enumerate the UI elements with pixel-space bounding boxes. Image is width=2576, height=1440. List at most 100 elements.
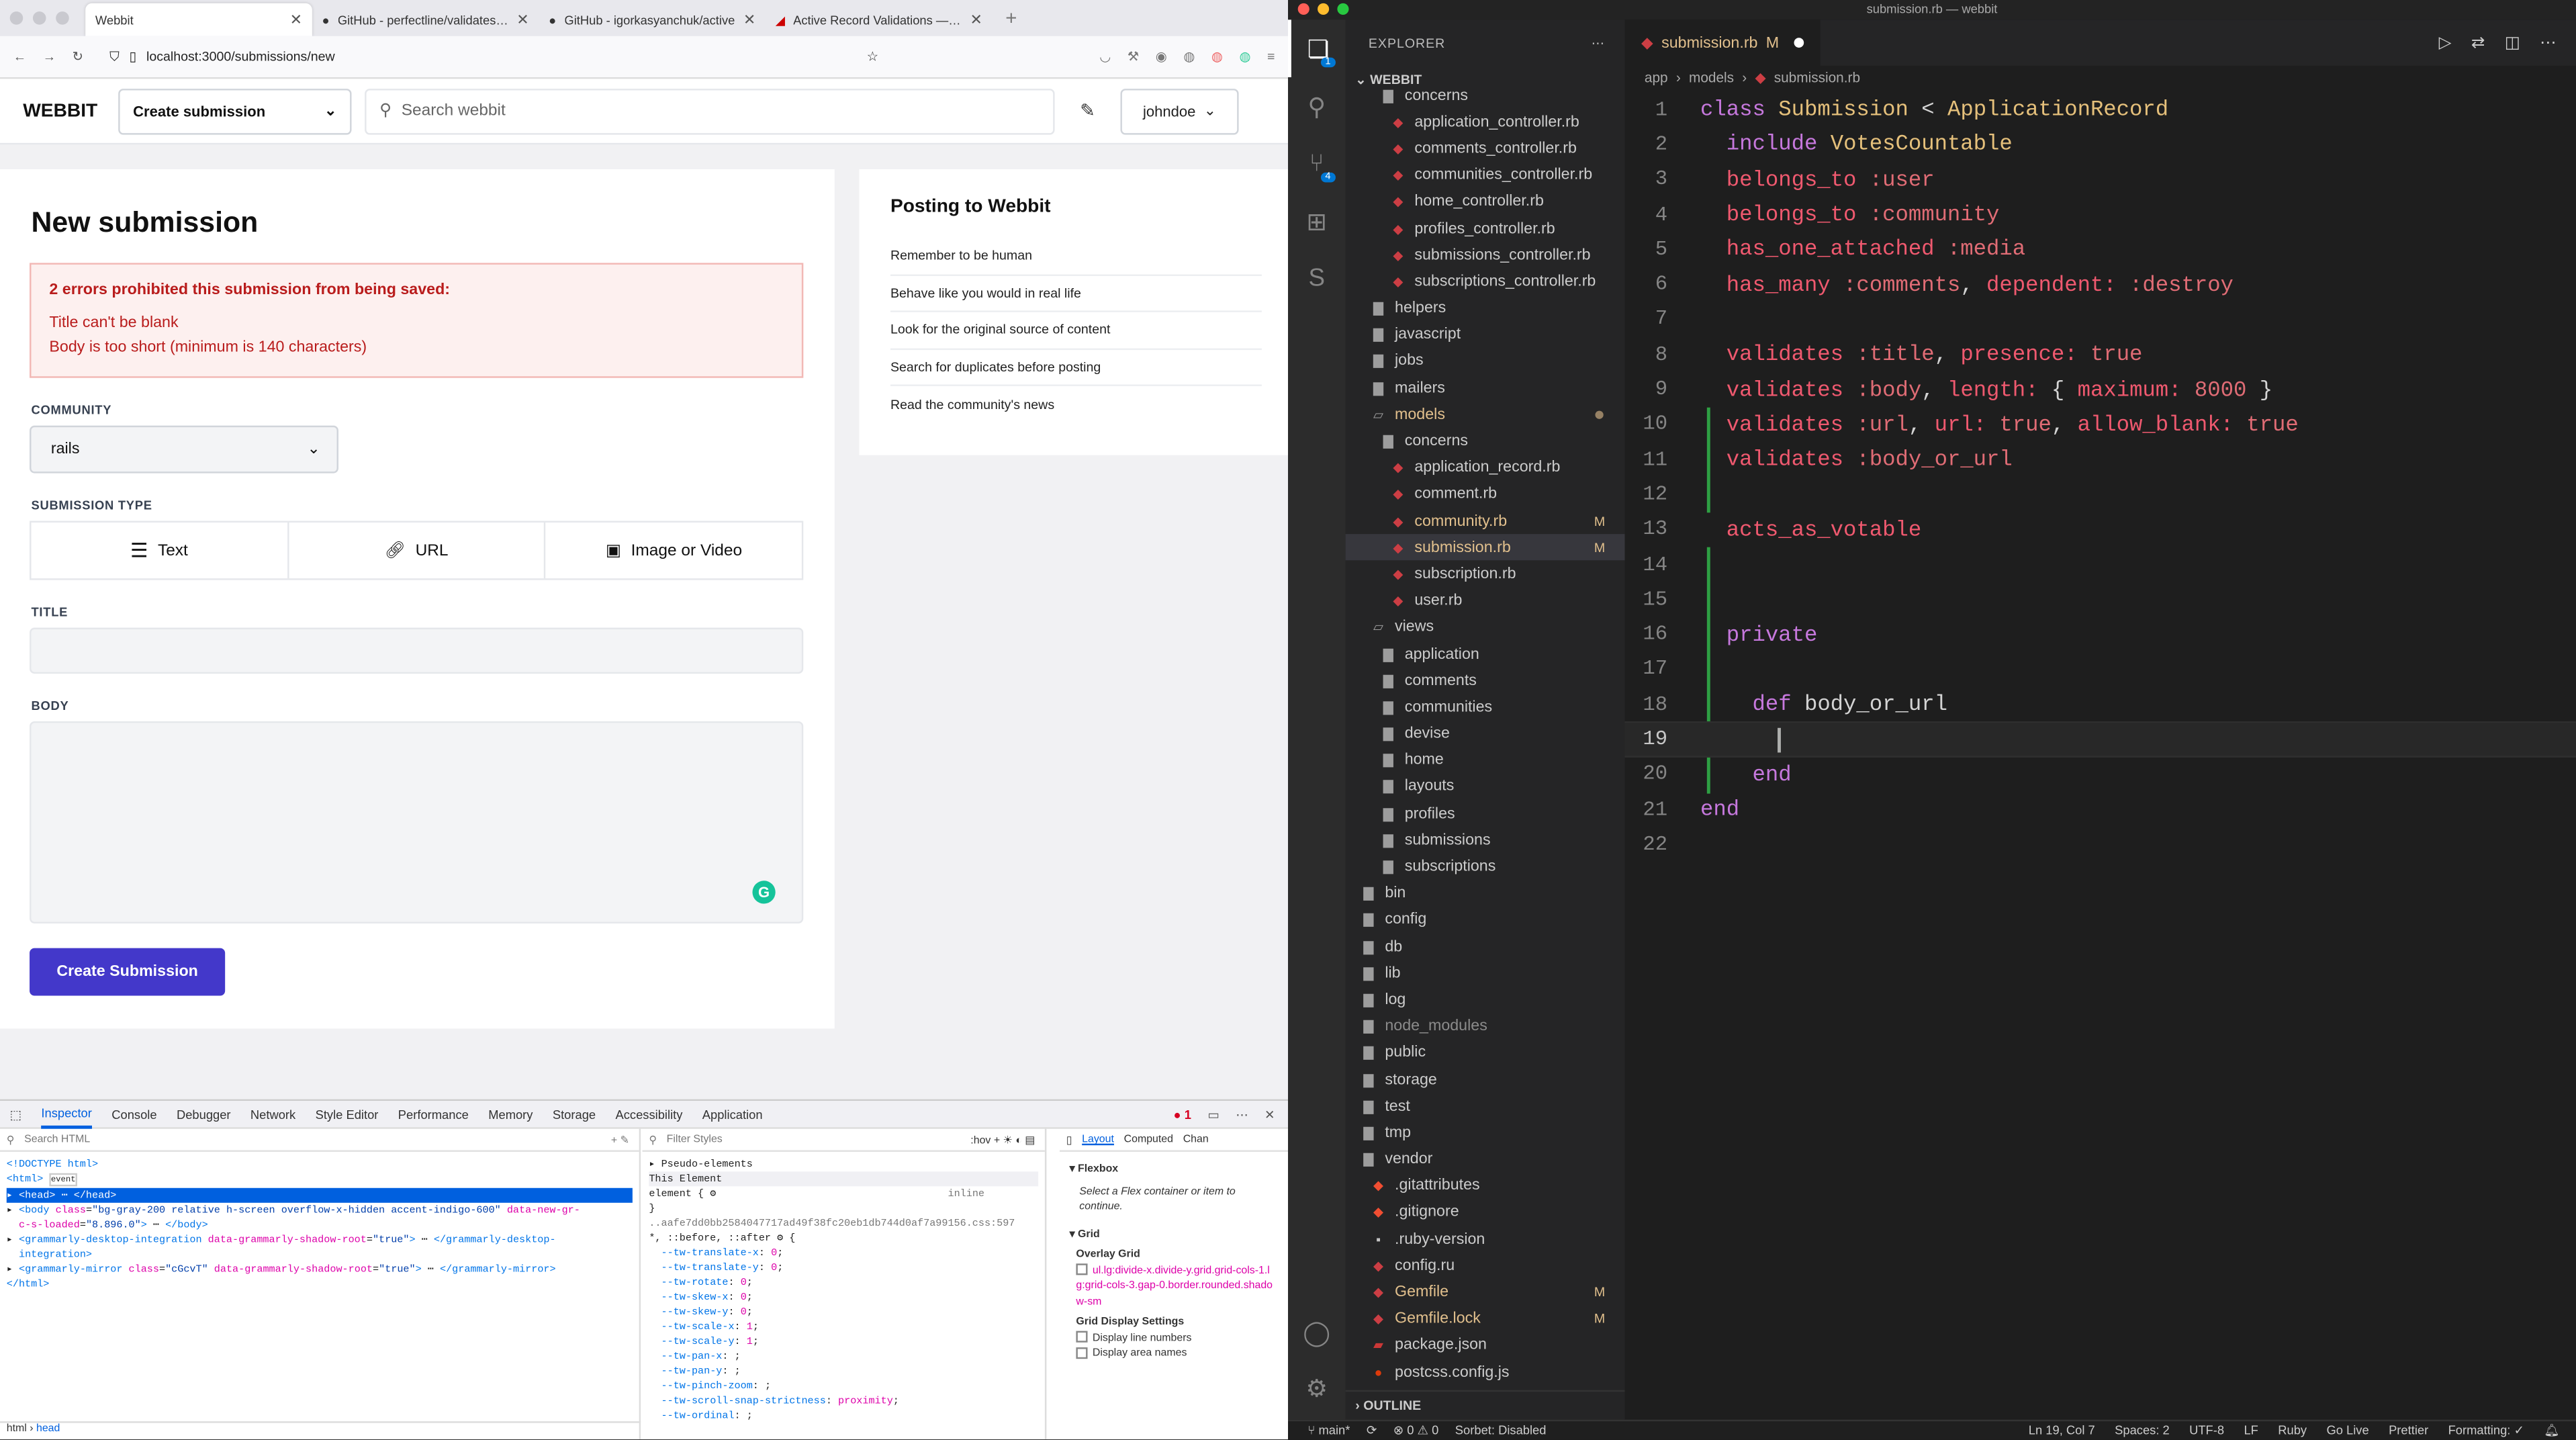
folder-item[interactable]: ▱ views <box>1346 614 1625 641</box>
editor-tab-submission[interactable]: ◆ submission.rb M <box>1624 19 1821 66</box>
folder-item[interactable]: ▇ vendor <box>1346 1146 1625 1173</box>
file-item[interactable]: ▪ .ruby-version <box>1346 1226 1625 1253</box>
indentation[interactable]: Spaces: 2 <box>2115 1423 2170 1438</box>
folder-item[interactable]: ▇ db <box>1346 934 1625 960</box>
close-tab-icon[interactable]: ✕ <box>743 11 755 29</box>
body-textarea[interactable]: G <box>30 721 804 924</box>
folder-item[interactable]: ▇ config <box>1346 907 1625 934</box>
filter-styles-input[interactable]: ⚲ Filter Styles:hov + ☀ ◐ ▤ <box>642 1129 1045 1152</box>
file-item[interactable]: ◆ application_record.rb <box>1346 455 1625 482</box>
file-item[interactable]: ◆ communities_controller.rb <box>1346 162 1625 189</box>
code-line[interactable]: 1 class Submission < ApplicationRecord <box>1625 92 2576 127</box>
folder-item[interactable]: ▇ application <box>1346 641 1625 668</box>
folder-item[interactable]: ▇ helpers <box>1346 295 1625 322</box>
file-item[interactable]: ◆ subscriptions_controller.rb <box>1346 269 1625 296</box>
folder-item[interactable]: ▇ node_modules <box>1346 1013 1625 1040</box>
tab-changes[interactable]: Chan <box>1183 1134 1209 1145</box>
type-text-tab[interactable]: ☰ Text <box>31 522 289 579</box>
code-line[interactable]: 6 has_many :comments, dependent: :destro… <box>1625 267 2576 302</box>
style-toggles[interactable]: :hov + ☀ ◐ ▤ <box>970 1133 1045 1146</box>
code-line[interactable]: 8 validates :title, presence: true <box>1625 337 2576 372</box>
tab-computed[interactable]: Computed <box>1124 1134 1173 1145</box>
split-editor-icon[interactable]: ◫ <box>2505 34 2520 52</box>
pocket-icon[interactable]: ◡ <box>1099 49 1111 64</box>
search-input[interactable]: ⚲ Search webbit <box>365 87 1055 134</box>
grammarly-icon[interactable]: G <box>752 881 776 904</box>
run-icon[interactable]: ▷ <box>2439 34 2452 52</box>
tab-performance[interactable]: Performance <box>398 1107 469 1122</box>
browser-tab-rails-guides[interactable]: ◢Active Record Validations — Ruby✕ <box>766 3 993 36</box>
folder-item[interactable]: ▇ comments <box>1346 668 1625 694</box>
css-rules[interactable]: ▸ Pseudo-elements This Element element { … <box>643 1152 1045 1428</box>
file-item[interactable]: ◆ comments_controller.rb <box>1346 136 1625 163</box>
folder-item[interactable]: ▇ public <box>1346 1040 1625 1067</box>
menu-icon[interactable]: ≡ <box>1267 49 1275 64</box>
address-bar[interactable]: ⛉ ▯ localhost:3000/submissions/new ☆ <box>100 42 888 71</box>
file-item[interactable]: ◆ submissions_controller.rb <box>1346 242 1625 269</box>
node-breadcrumb[interactable]: html › head <box>0 1421 641 1439</box>
folder-item[interactable]: ▇ subscriptions <box>1346 854 1625 881</box>
eol[interactable]: LF <box>2244 1423 2258 1438</box>
folder-item[interactable]: ▇ layouts <box>1346 774 1625 801</box>
type-url-tab[interactable]: 🔗︎ URL <box>289 522 547 579</box>
display-area-names-checkbox[interactable]: Display area names <box>1070 1346 1279 1361</box>
browser-tab-active-storage[interactable]: ● GitHub - igorkasyanchuk/active ✕ <box>539 3 766 36</box>
sorbet-icon[interactable]: S <box>1288 250 1346 308</box>
code-line[interactable]: 7 <box>1625 302 2576 337</box>
code-line[interactable]: 4 belongs_to :community <box>1625 197 2576 232</box>
language-mode[interactable]: Ruby <box>2278 1423 2307 1438</box>
more-icon[interactable]: ⋯ <box>2540 34 2556 52</box>
folder-item[interactable]: ▇ bin <box>1346 880 1625 907</box>
code-line[interactable]: 18 def body_or_url <box>1625 687 2576 722</box>
folder-item[interactable]: ▇ profiles <box>1346 801 1625 827</box>
explorer-icon[interactable]: ❏ 1 <box>1288 19 1346 77</box>
file-item[interactable]: ◆ submission.rb M <box>1345 534 1625 561</box>
file-item[interactable]: ◆ Gemfile.lock M <box>1346 1306 1625 1333</box>
close-devtools-icon[interactable]: ✕ <box>1264 1107 1275 1122</box>
file-item[interactable]: ● postcss.config.js <box>1346 1359 1625 1386</box>
tab-application[interactable]: Application <box>702 1107 763 1122</box>
tab-style-editor[interactable]: Style Editor <box>316 1107 379 1122</box>
extension-icon[interactable]: ◍ <box>1183 49 1195 64</box>
folder-item[interactable]: ▇ javascript <box>1346 322 1625 349</box>
code-line[interactable]: 12 <box>1625 477 2576 512</box>
file-item[interactable]: ◆ .gitattributes <box>1346 1173 1625 1200</box>
account-icon[interactable]: ◉ <box>1156 49 1167 64</box>
tab-network[interactable]: Network <box>250 1107 295 1122</box>
code-line[interactable]: 20 end <box>1625 757 2576 792</box>
code-line[interactable]: 22 <box>1625 827 2576 862</box>
extension-icon[interactable]: ◍ <box>1211 49 1223 64</box>
user-menu[interactable]: johndoe ⌄ <box>1120 87 1239 134</box>
code-line[interactable]: 11 validates :body_or_url <box>1625 442 2576 477</box>
title-input[interactable] <box>30 627 804 674</box>
file-item[interactable]: ◆ .gitignore <box>1346 1200 1625 1226</box>
tab-memory[interactable]: Memory <box>488 1107 533 1122</box>
display-line-numbers-checkbox[interactable]: Display line numbers <box>1070 1330 1279 1345</box>
code-line[interactable]: 16 private <box>1625 617 2576 652</box>
create-submission-dropdown[interactable]: Create submission ⌄ <box>118 87 352 134</box>
new-tab-button[interactable]: + <box>993 7 1017 30</box>
more-icon[interactable]: ⋯ <box>1236 1107 1248 1122</box>
folder-item[interactable]: ▇ home <box>1346 747 1625 774</box>
forward-icon[interactable]: → <box>43 49 56 64</box>
file-item[interactable]: ◆ subscription.rb <box>1346 561 1625 588</box>
folder-item[interactable]: ▇ tmp <box>1346 1120 1625 1146</box>
pencil-icon[interactable]: ✎ <box>1068 100 1107 122</box>
community-select[interactable]: rails ⌄ <box>30 425 338 474</box>
folder-item[interactable]: ▇ devise <box>1346 721 1625 748</box>
tab-accessibility[interactable]: Accessibility <box>615 1107 682 1122</box>
type-media-tab[interactable]: ▣ Image or Video <box>546 523 802 578</box>
folder-item[interactable]: ▇ storage <box>1346 1067 1625 1093</box>
tab-storage[interactable]: Storage <box>553 1107 596 1122</box>
prettier[interactable]: Prettier <box>2389 1423 2428 1438</box>
folder-item[interactable]: ▇ mailers <box>1346 375 1625 402</box>
reload-icon[interactable]: ↻ <box>73 49 83 64</box>
more-icon[interactable]: ⋯ <box>1592 36 1606 50</box>
close-tab-icon[interactable]: ✕ <box>290 11 302 29</box>
search-icon[interactable]: ⚲ <box>1288 77 1346 135</box>
code-line[interactable]: 17 <box>1625 652 2576 687</box>
account-icon[interactable]: ◯ <box>1288 1303 1346 1361</box>
folder-item[interactable]: ▇ jobs <box>1346 348 1625 375</box>
code-line[interactable]: 13 acts_as_votable <box>1625 512 2576 547</box>
file-item[interactable]: ◆ profiles_controller.rb <box>1346 215 1625 242</box>
